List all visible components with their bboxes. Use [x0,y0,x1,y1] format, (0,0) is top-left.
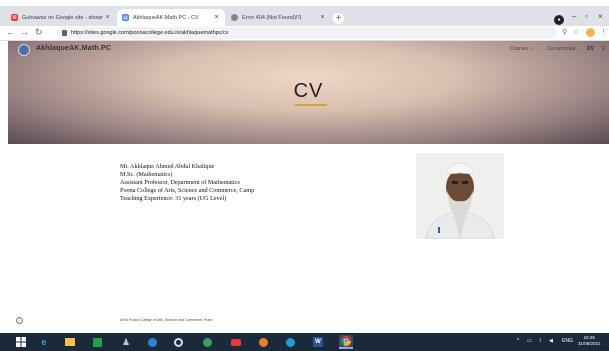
user-avatar[interactable] [586,28,595,37]
store-icon[interactable] [90,335,104,349]
close-icon[interactable]: × [103,14,112,21]
back-arrow-icon[interactable]: ← [6,27,15,37]
clock-app-icon[interactable] [171,335,185,349]
clock-date: 31/08/2021 [578,341,601,346]
browser-tab-bar: M Gulnawaz on Google site - shown... × ▤… [0,6,609,26]
music-app-icon[interactable] [200,335,214,349]
info-icon[interactable]: i [16,317,23,324]
google-sites-icon: ▤ [122,14,129,21]
site-search-icon[interactable]: ⚲ [601,45,605,52]
close-icon[interactable]: × [212,14,221,21]
browser-toolbar: ← → ↻ https://sites.google.com/poonacoll… [0,26,609,41]
profile-icon[interactable]: ● [554,15,564,25]
site-header-banner: AkhlaqueAK.Math.PC Courses ⌄ Co-curricul… [8,41,609,144]
profile-photo [416,153,504,239]
bio-name: Mr. Akhlaque Ahmed Abdul Khalique [120,163,215,170]
window-close-icon[interactable]: × [598,12,603,21]
media-player-icon[interactable] [145,335,159,349]
portrait-image [416,153,504,239]
tab-label: AkhlaqueAK.Math.PC - CV [133,14,199,21]
tab-error-404[interactable]: Error 404 (Not Found)!!1 × [226,9,331,26]
page-title: CV [293,80,324,102]
forward-arrow-icon[interactable]: → [20,27,29,37]
camera-app-icon[interactable] [229,335,243,349]
bio-position: Assistant Professor, Department of Mathe… [120,179,240,186]
gmail-icon: M [11,14,18,21]
volume-icon[interactable]: ◀ [549,338,553,344]
lock-icon [62,30,67,36]
windows-start-icon[interactable] [14,335,28,349]
url-text: https://sites.google.com/poonacollege.ed… [71,30,229,36]
site-logo[interactable] [18,44,30,56]
nav-cv[interactable]: CV [587,46,594,52]
word-icon[interactable]: W [311,335,325,349]
site-title[interactable]: AkhlaqueAK.Math.PC [36,45,111,52]
windows-taskbar: e ♟ W ^ ▭ ⌇ ◀ ENG 15:26 31/08/2021 [0,333,609,351]
nav-courses[interactable]: Courses ⌄ [510,46,534,52]
tab-cv[interactable]: ▤ AkhlaqueAK.Math.PC - CV × [117,9,225,26]
bio-experience: Teaching Experience: 31 years (UG Level) [120,195,227,202]
nav-co-curricular[interactable]: Co-curricular [547,46,576,52]
site-footer-text: AKI's Poona College of Arts, Science and… [120,318,213,322]
app-icon[interactable]: ♟ [119,335,133,349]
main-content: Mr. Akhlaque Ahmed Abdul Khalique M.Sc. … [0,144,609,333]
address-bar[interactable]: https://sites.google.com/poonacollege.ed… [57,27,557,39]
firefox-icon[interactable] [256,335,270,349]
tab-label: Error 404 (Not Found)!!1 [242,14,302,21]
edge-icon[interactable] [283,335,297,349]
reload-icon[interactable]: ↻ [35,27,43,38]
close-icon[interactable]: × [318,14,327,21]
language-indicator[interactable]: ENG [562,338,573,344]
maximize-icon[interactable]: ▫ [585,12,588,21]
bio-degree: M.Sc. (Mathematics) [120,171,173,178]
new-tab-button[interactable]: + [333,13,344,24]
bio-institution: Poona College of Arts, Science and Comme… [120,187,255,194]
chrome-icon[interactable] [339,335,353,349]
network-icon[interactable]: ⌇ [539,338,541,344]
bookmark-star-icon[interactable]: ☆ [573,28,579,36]
title-underline [295,104,327,106]
internet-explorer-icon[interactable]: e [37,335,51,349]
file-explorer-icon[interactable] [63,335,77,349]
tab-gmail[interactable]: M Gulnawaz on Google site - shown... × [6,9,116,26]
tab-label: Gulnawaz on Google site - shown... [22,14,103,21]
taskbar-clock[interactable]: 15:26 31/08/2021 [578,335,601,347]
menu-kebab-icon[interactable]: ⋮ [600,28,607,36]
globe-icon [231,14,238,21]
battery-icon[interactable]: ▭ [527,338,532,344]
minimize-icon[interactable]: – [572,12,576,21]
tray-chevron-icon[interactable]: ^ [517,338,519,344]
zoom-icon[interactable]: ⚲ [562,28,567,36]
